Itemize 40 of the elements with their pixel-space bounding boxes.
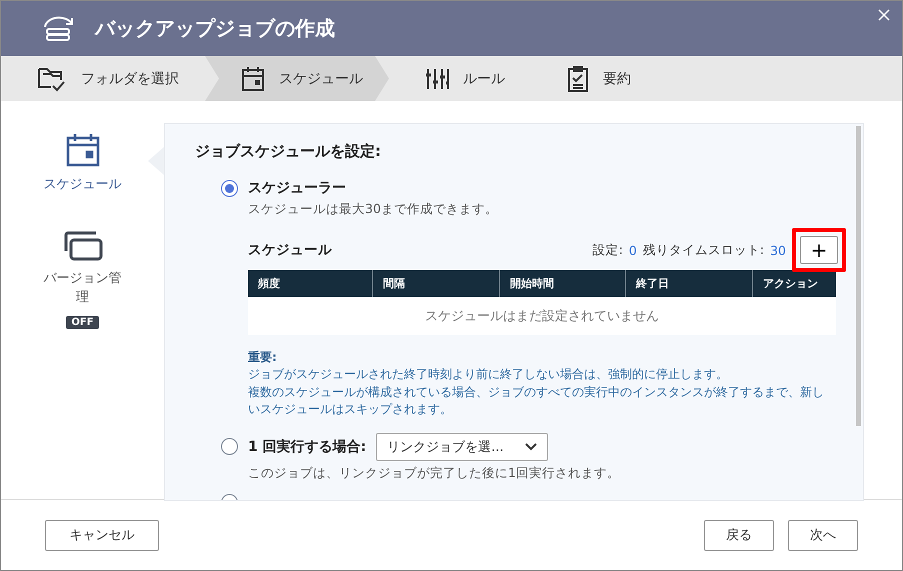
schedule-title: スケジュール — [248, 241, 332, 259]
wizard-step[interactable]: フォルダを選択 — [1, 56, 205, 101]
sidebar-item[interactable]: バージョン管理 OFF — [1, 230, 164, 328]
radio-button[interactable] — [221, 180, 238, 196]
link-job-dropdown[interactable]: リンクジョブを選... — [376, 432, 548, 461]
wizard-step[interactable]: ルール — [389, 56, 531, 101]
wizard-step[interactable]: 要約 — [531, 56, 657, 101]
chevron-down-icon — [525, 442, 538, 451]
column-header: 頻度 — [257, 276, 281, 292]
column-header: 開始時間 — [499, 270, 625, 297]
stacked-windows-icon — [62, 230, 102, 260]
remaining-count: 30 — [770, 242, 786, 258]
empty-table-message: スケジュールはまだ設定されていません — [424, 308, 660, 326]
add-button[interactable]: + — [800, 236, 838, 264]
note-text: 複数のスケジュールが構成されている場合、ジョブのすべての実行中のインスタンスが終了するまで、新しいスケジュールはスキップされます。 — [248, 384, 825, 418]
set-count: 0 — [628, 242, 637, 258]
panel-heading: ジョブスケジュールを設定: — [195, 142, 382, 161]
option-label: スケジューラー — [248, 179, 346, 197]
column-header: 間隔 — [372, 270, 499, 297]
note-text: ジョブがスケジュールされた終了時刻より前に終了しない場合は、強制的に停止します。 — [248, 366, 729, 384]
close-icon[interactable] — [876, 7, 892, 23]
back-button[interactable]: 戻る — [704, 520, 774, 550]
column-header: アクション — [752, 270, 836, 297]
clipboard-icon — [567, 64, 589, 92]
wizard-step[interactable]: スケジュール — [205, 56, 389, 101]
remaining-label: 残りタイムスロット: — [642, 242, 764, 258]
calendar-icon — [241, 66, 265, 92]
column-header: 終了日 — [625, 270, 752, 297]
window-title: バックアップジョブの作成 — [95, 15, 335, 42]
calendar-icon — [66, 133, 100, 167]
option-description: スケジュールは最大30まで作成できます。 — [248, 201, 499, 218]
note-title: 重要: — [248, 349, 278, 366]
option-description: このジョブは、リンクジョブが完了した後に1回実行されます。 — [248, 464, 621, 482]
sliders-icon — [425, 66, 449, 90]
radio-button[interactable] — [221, 438, 238, 456]
next-button[interactable]: 次へ — [788, 520, 858, 550]
off-badge: OFF — [66, 316, 99, 328]
cancel-button[interactable]: キャンセル — [45, 520, 159, 550]
option-label: 1 回実行する場合: — [248, 438, 366, 456]
set-label: 設定: — [592, 242, 623, 258]
